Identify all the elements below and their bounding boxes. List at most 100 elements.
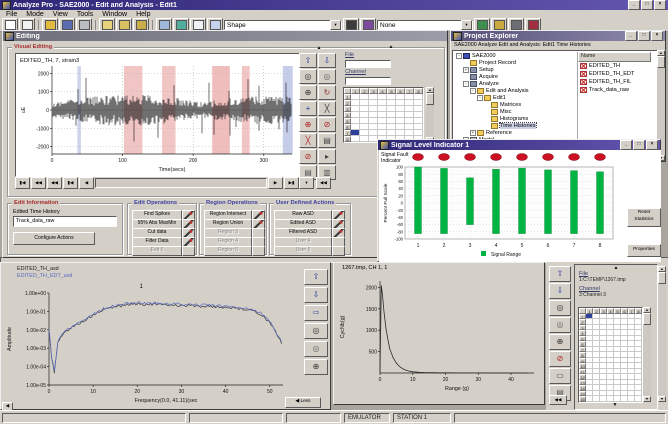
pan-up-icon[interactable]: ⇧ [299, 53, 317, 68]
maximize-button[interactable]: □ [633, 140, 645, 150]
chevron-down-icon[interactable]: ▾ [461, 20, 472, 30]
tree-expand-icon[interactable]: + [463, 67, 469, 73]
tree-expand-icon[interactable]: - [477, 95, 483, 101]
zoom-in-icon[interactable]: ◎ [299, 69, 317, 84]
waveform-scrollbar[interactable] [95, 178, 267, 188]
pan-center-icon[interactable]: ⊕ [299, 85, 317, 100]
list-header-name[interactable]: Name [578, 52, 651, 62]
viewer-scroll-down-icon[interactable]: ▼ [605, 403, 625, 408]
tree-expand-icon[interactable]: - [456, 53, 462, 59]
scroll-thumb[interactable] [657, 56, 665, 68]
tree-item-setup[interactable]: +Setup [454, 66, 576, 73]
pan-up-icon[interactable]: ⇧ [549, 266, 571, 282]
tree-item-sae2000[interactable]: -SAE2000 [454, 52, 576, 59]
list-item-edited-th-edt[interactable]: EDITED_TH_EDT [578, 70, 651, 78]
zoom-out-icon[interactable]: ◎ [304, 341, 328, 357]
clear-region-icon[interactable]: ⊘ [318, 117, 336, 132]
minimize-button[interactable]: _ [620, 140, 632, 150]
pan-down-icon[interactable]: ⇩ [549, 283, 571, 299]
viewer-right-scrollbar[interactable]: ▲▼ [658, 266, 666, 402]
editing-titlebar[interactable]: Editing [3, 31, 447, 41]
less-button[interactable]: ◀ Less [285, 397, 321, 408]
grid-row-header[interactable]: 8 [344, 136, 351, 142]
stack-scroll-up-icon[interactable]: ▲ [309, 46, 329, 51]
grid-cell[interactable] [600, 396, 607, 402]
waveform-nav-button-3[interactable]: ▮◀ [63, 177, 78, 189]
waveform-nav-button-2[interactable]: ◀◀ [47, 177, 62, 189]
tree-item-project-record[interactable]: Project Record [454, 59, 576, 66]
shape-combo[interactable]: Shape▾ [224, 20, 342, 30]
zoom-out-icon[interactable]: ◎ [318, 69, 336, 84]
scroll-down-button[interactable]: ▼ [658, 396, 666, 402]
cut-region-icon[interactable]: ╳ [318, 101, 336, 116]
grid-cell[interactable] [360, 136, 369, 142]
mark-region-icon[interactable]: ⊕ [299, 117, 317, 132]
zoom-in-icon[interactable]: ◎ [304, 323, 328, 339]
tree-item-misc[interactable]: Misc [454, 108, 576, 115]
minimize-button[interactable]: _ [625, 31, 637, 41]
list-item-edited-th-fil[interactable]: EDITED_TH_FIL [578, 78, 651, 86]
channel-grid-scrollbar[interactable]: ▲▼ [426, 87, 434, 143]
erase-tool-icon[interactable]: ⊘ [549, 351, 571, 367]
tree-item-matrices[interactable]: Matrices [454, 101, 576, 108]
configure-actions-button[interactable]: Configure Actions [13, 232, 95, 245]
project-explorer-titlebar[interactable]: Project Explorer _□× [451, 31, 665, 41]
grid-row-header[interactable]: 16 [579, 396, 586, 402]
grid-cell[interactable] [351, 136, 360, 142]
side-scroll-up-icon[interactable]: ▲ [381, 45, 401, 50]
grid-cell[interactable] [593, 396, 600, 402]
flag-tool-icon[interactable]: ▸ [318, 149, 336, 164]
viewer-grid-scrollbar[interactable]: ▲▼ [643, 307, 651, 402]
zoom-in-icon[interactable]: ◎ [549, 300, 571, 316]
waveform-plot[interactable]: 200010000-1000-20000100200300EDITED_TH, … [15, 53, 301, 177]
grid-cell[interactable] [635, 396, 642, 402]
list-item-track-data-raw[interactable]: Track_data_raw [578, 86, 651, 94]
close-button[interactable]: × [646, 140, 658, 150]
pan-down-icon[interactable]: ⇩ [304, 287, 328, 303]
stack-extra-button-0[interactable]: ▾ [299, 177, 314, 189]
grid-cell[interactable] [586, 396, 593, 402]
pan-down-icon[interactable]: ⇩ [318, 53, 336, 68]
reset-statistics-button[interactable]: Reset Statistics [627, 208, 661, 227]
minimize-button[interactable]: _ [628, 0, 640, 10]
maximize-button[interactable]: □ [638, 31, 650, 41]
measure-tool-icon[interactable]: ▭ [549, 368, 571, 384]
tree-item-time-histories[interactable]: Time Histories [454, 122, 576, 129]
tree-item-edit-and-analysis[interactable]: -Edit and Analysis [454, 87, 576, 94]
grid-cell[interactable] [607, 396, 614, 402]
scroll-down-button[interactable]: ▼ [643, 396, 651, 402]
scroll-thumb[interactable] [426, 93, 434, 105]
list-item-edited-th[interactable]: EDITED_TH [578, 62, 651, 70]
grid-cell[interactable] [628, 396, 635, 402]
scroll-thumb[interactable] [658, 272, 666, 284]
waveform-nav-right-1[interactable]: ▶▮ [284, 177, 299, 189]
waveform-nav-right-0[interactable]: ▶ [268, 177, 283, 189]
stamp-tool-icon[interactable]: ▤ [318, 133, 336, 148]
pan-right-icon[interactable]: ⇨ [304, 305, 328, 321]
grid-cell[interactable] [614, 396, 621, 402]
close-button[interactable]: × [654, 0, 666, 10]
tree-item-reference[interactable]: +Reference [454, 129, 576, 136]
close-button[interactable]: × [651, 31, 663, 41]
delete-tool-icon[interactable]: ⊘ [299, 149, 317, 164]
channel-value-box[interactable] [345, 77, 391, 85]
cut-red-icon[interactable]: ╳ [299, 133, 317, 148]
scroll-thumb[interactable] [643, 313, 651, 325]
tree-item-analyze[interactable]: -Analyze [454, 80, 576, 87]
tree-expand-icon[interactable]: - [470, 88, 476, 94]
pan-center-icon[interactable]: ⊕ [304, 359, 328, 375]
tree-item-histograms[interactable]: Histograms [454, 115, 576, 122]
pan-center-icon[interactable]: ⊕ [549, 334, 571, 350]
none-combo[interactable]: None▾ [377, 20, 473, 30]
waveform-nav-button-4[interactable]: ◀ [79, 177, 94, 189]
maximize-button[interactable]: □ [641, 0, 653, 10]
waveform-nav-button-0[interactable]: ▮◀ [15, 177, 30, 189]
chevron-down-icon[interactable]: ▾ [330, 20, 341, 30]
pan-up-icon[interactable]: ⇧ [304, 269, 328, 285]
signal-titlebar[interactable]: Signal Level Indicator 1 _□× [378, 140, 660, 150]
zoom-out-icon[interactable]: ◎ [549, 317, 571, 333]
tree-expand-icon[interactable]: - [463, 81, 469, 87]
tree-item-acquire[interactable]: Acquire [454, 73, 576, 80]
crosshair-icon[interactable]: + [299, 101, 317, 116]
edited-time-history-field[interactable]: Track_data_raw [13, 216, 117, 227]
